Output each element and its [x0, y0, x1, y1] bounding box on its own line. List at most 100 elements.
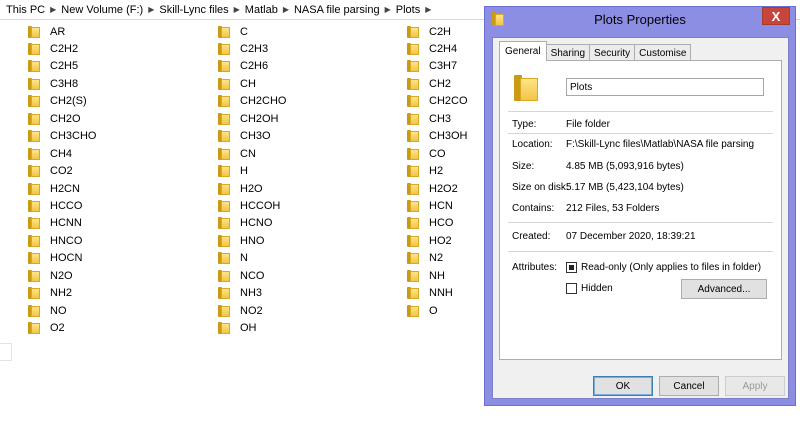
folder-item[interactable]: HCCO [28, 198, 82, 215]
folder-item[interactable]: C2H2 [28, 40, 78, 57]
folder-item[interactable]: O [407, 302, 438, 319]
folder-item[interactable]: CH3CHO [28, 128, 96, 145]
folder-item[interactable]: C2H4 [407, 40, 457, 57]
chevron-right-icon[interactable]: ▶ [422, 5, 434, 14]
folder-item[interactable]: NH [407, 267, 445, 284]
folder-item[interactable]: H2O2 [407, 180, 458, 197]
folder-item[interactable]: CH [218, 75, 256, 92]
folder-item[interactable]: C [218, 23, 248, 40]
folder-icon [218, 25, 230, 38]
folder-item[interactable]: NH2 [28, 285, 72, 302]
folder-item[interactable]: HO2 [407, 232, 452, 249]
folder-item[interactable]: CH2CO [407, 93, 468, 110]
folder-icon [407, 252, 419, 265]
dialog-body: General Sharing Security Customise Type:… [492, 37, 789, 399]
folder-name: C3H8 [50, 77, 79, 90]
folder-item[interactable]: HCCOH [218, 198, 280, 215]
folder-item[interactable]: CH3OH [407, 128, 468, 145]
folder-name: CH [240, 77, 256, 90]
folder-name: H2 [429, 165, 444, 178]
chevron-right-icon[interactable]: ▶ [47, 5, 59, 14]
folder-item[interactable]: CH3 [407, 110, 451, 127]
tab-customise[interactable]: Customise [634, 44, 692, 61]
folder-name: C2H6 [240, 60, 269, 73]
folder-name: C3H7 [429, 60, 458, 73]
folder-item[interactable]: C2H6 [218, 58, 268, 75]
chevron-right-icon[interactable]: ▶ [145, 5, 157, 14]
folder-item[interactable]: HCO [407, 215, 453, 232]
folder-item[interactable]: NNH [407, 285, 453, 302]
folder-item[interactable]: H2O [218, 180, 263, 197]
location-label: Location: [512, 139, 553, 150]
folder-item[interactable]: C3H8 [28, 75, 78, 92]
folder-item[interactable]: CH2(S) [28, 93, 87, 110]
folder-item[interactable]: NO [28, 302, 67, 319]
folder-item[interactable]: CH2CHO [218, 93, 286, 110]
breadcrumb-item[interactable]: Plots [394, 4, 422, 16]
ok-button[interactable]: OK [593, 376, 653, 396]
apply-button[interactable]: Apply [725, 376, 785, 396]
folder-item[interactable]: H2CN [28, 180, 80, 197]
folder-item[interactable]: H2 [407, 163, 443, 180]
folder-item[interactable]: CH2 [407, 75, 451, 92]
folder-item[interactable]: C2H [407, 23, 451, 40]
folder-item[interactable]: HCNN [28, 215, 82, 232]
scroll-indicator[interactable] [0, 343, 12, 361]
folder-item[interactable]: CH3O [218, 128, 271, 145]
folder-item[interactable]: C3H7 [407, 58, 457, 75]
folder-item[interactable]: C2H3 [218, 40, 268, 57]
folder-item[interactable]: C2H5 [28, 58, 78, 75]
folder-item[interactable]: N2O [28, 267, 73, 284]
breadcrumb-item[interactable]: Skill-Lync files [157, 4, 230, 16]
folder-name: C [240, 25, 248, 38]
folder-icon [407, 269, 419, 282]
folder-name: NH3 [240, 287, 263, 300]
folder-item[interactable]: HNCO [28, 232, 82, 249]
tab-general[interactable]: General [499, 41, 547, 61]
folder-item[interactable]: H [218, 163, 248, 180]
folder-item[interactable]: O2 [28, 320, 65, 337]
chevron-right-icon[interactable]: ▶ [382, 5, 394, 14]
breadcrumb-item[interactable]: New Volume (F:) [59, 4, 145, 16]
folder-item[interactable]: OH [218, 320, 257, 337]
hidden-checkbox[interactable] [566, 283, 577, 294]
readonly-checkbox[interactable] [566, 262, 577, 273]
folder-item[interactable]: NH3 [218, 285, 262, 302]
cancel-button[interactable]: Cancel [659, 376, 719, 396]
folder-name: CH2O [50, 112, 81, 125]
folder-item[interactable]: CH2OH [218, 110, 279, 127]
divider [508, 222, 773, 223]
folder-item[interactable]: N [218, 250, 248, 267]
tab-security[interactable]: Security [589, 44, 636, 61]
folder-name: CH3O [240, 130, 271, 143]
folder-item[interactable]: HCNO [218, 215, 272, 232]
folder-icon [218, 130, 230, 143]
folder-item[interactable]: AR [28, 23, 65, 40]
folder-name-field[interactable] [566, 78, 764, 96]
folder-item[interactable]: CN [218, 145, 256, 162]
folder-item[interactable]: CH2O [28, 110, 81, 127]
dialog-titlebar[interactable]: Plots Properties X [485, 7, 795, 33]
breadcrumb-item[interactable]: NASA file parsing [292, 4, 382, 16]
folder-name: H2O2 [429, 182, 458, 195]
folder-item[interactable]: HOCN [28, 250, 82, 267]
folder-item[interactable]: N2 [407, 250, 443, 267]
folder-item[interactable]: HNO [218, 232, 264, 249]
folder-item[interactable]: CH4 [28, 145, 72, 162]
chevron-right-icon[interactable]: ▶ [280, 5, 292, 14]
folder-item[interactable]: CO2 [28, 163, 73, 180]
folder-item[interactable]: CO [407, 145, 446, 162]
size-label: Size: [512, 161, 535, 172]
folder-icon [218, 217, 230, 230]
advanced-button[interactable]: Advanced... [681, 279, 767, 299]
breadcrumb-item[interactable]: This PC [4, 4, 47, 16]
folder-item[interactable]: HCN [407, 198, 453, 215]
folder-name: HCNO [240, 217, 273, 230]
tab-sharing[interactable]: Sharing [545, 44, 591, 61]
close-button[interactable]: X [762, 7, 790, 25]
folder-item[interactable]: NCO [218, 267, 264, 284]
folder-item[interactable]: NO2 [218, 302, 263, 319]
breadcrumb-item[interactable]: Matlab [243, 4, 280, 16]
chevron-right-icon[interactable]: ▶ [231, 5, 243, 14]
location-value: F:\Skill-Lync files\Matlab\NASA file par… [566, 139, 755, 150]
